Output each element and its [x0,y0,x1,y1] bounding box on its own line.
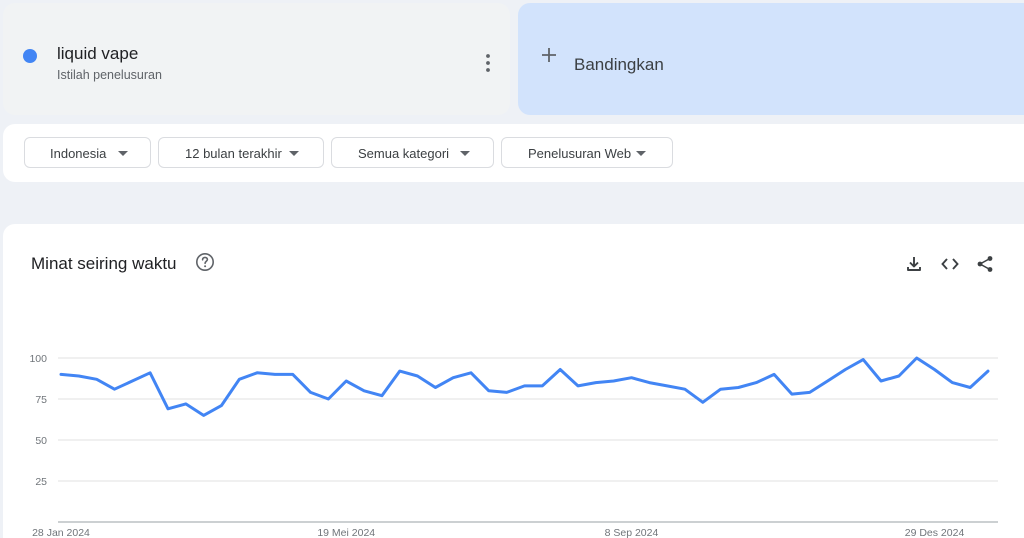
help-icon[interactable] [195,252,215,272]
panel-title: Minat seiring waktu [31,254,177,273]
compare-label: Bandingkan [574,55,664,74]
more-vert-icon[interactable] [477,51,499,75]
y-tick-label: 75 [35,394,47,406]
embed-code-icon[interactable] [940,254,960,274]
share-icon[interactable] [975,254,995,274]
x-tick-label: 19 Mei 2024 [317,527,375,538]
chevron-down-icon [460,151,470,156]
filter-time-range[interactable]: 12 bulan terakhir [158,137,324,168]
series-line [59,356,990,417]
search-term-card[interactable]: liquid vape Istilah penelusuran [3,3,510,115]
filter-region-label: Indonesia [50,146,107,161]
chevron-down-icon [289,151,299,156]
interest-over-time-panel: Minat seiring waktu 25 50 75 100 28 Jan 2024… [3,224,1024,538]
x-tick-label: 8 Sep 2024 [605,527,659,538]
plus-icon [542,48,556,62]
y-tick-label: 100 [29,353,47,365]
download-icon[interactable] [904,254,924,274]
search-term-type: Istilah penelusuran [57,68,162,82]
filter-category-label: Semua kategori [358,146,450,161]
filter-bar: Indonesia 12 bulan terakhir Semua katego… [3,124,1024,182]
filter-search-type-label: Penelusuran Web [528,146,632,161]
y-tick-label: 50 [35,435,47,447]
chevron-down-icon [118,151,128,156]
filter-time-label: 12 bulan terakhir [185,146,282,161]
x-tick-label: 29 Des 2024 [905,527,965,538]
x-tick-label: 28 Jan 2024 [32,527,90,538]
filter-region[interactable]: Indonesia [24,137,151,168]
y-tick-label: 25 [35,476,47,488]
filter-search-type[interactable]: Penelusuran Web [501,137,673,168]
search-term-name[interactable]: liquid vape [57,44,138,64]
filter-category[interactable]: Semua kategori [331,137,494,168]
chevron-down-icon [636,151,646,156]
interest-line-chart: 25 50 75 100 28 Jan 2024 19 Mei 2024 8 Sep 202… [29,353,998,538]
series-color-dot [23,49,37,63]
compare-button[interactable]: Bandingkan [518,3,1024,115]
